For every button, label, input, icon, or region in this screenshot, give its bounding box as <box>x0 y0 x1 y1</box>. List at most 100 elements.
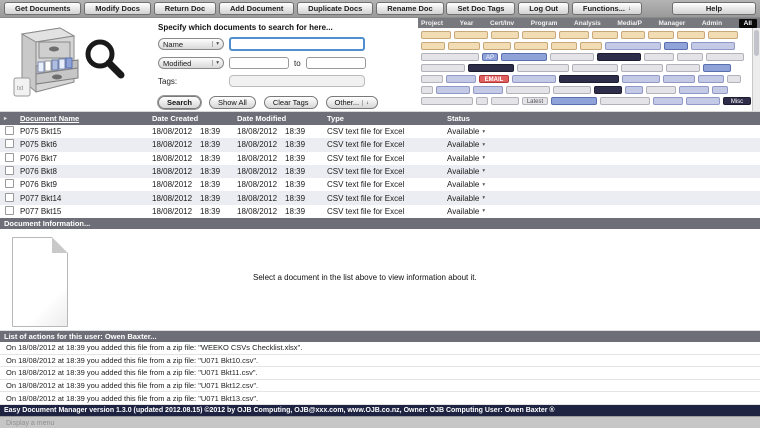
status-cell[interactable]: Available▾ <box>447 194 760 203</box>
tag-chip[interactable] <box>421 75 443 83</box>
column-header-document-name[interactable]: Document Name <box>20 114 152 123</box>
tag-category-cert-inv[interactable]: Cert/Inv <box>490 20 514 27</box>
toolbar-button-set-doc-tags[interactable]: Set Doc Tags <box>446 2 515 15</box>
tag-chip[interactable] <box>600 97 650 105</box>
tag-chip[interactable] <box>512 75 556 83</box>
tag-chip-misc[interactable]: Misc <box>723 97 751 105</box>
table-row[interactable]: P076 Bkt818/08/201218:3918/08/201218:39C… <box>0 165 760 178</box>
tag-category-manager[interactable]: Manager <box>659 20 686 27</box>
tag-chip[interactable] <box>592 31 618 39</box>
row-checkbox[interactable] <box>5 139 14 148</box>
tag-chip[interactable] <box>491 97 519 105</box>
other-button[interactable]: Other... ↓ <box>326 96 378 109</box>
tag-chip[interactable] <box>491 31 519 39</box>
toolbar-button-duplicate-docs[interactable]: Duplicate Docs <box>297 2 373 15</box>
tag-chip-latest[interactable]: Latest <box>522 97 548 105</box>
tag-chip[interactable] <box>712 86 728 94</box>
status-cell[interactable]: Available▾ <box>447 167 760 176</box>
table-row[interactable]: P077 Bkt1518/08/201218:3918/08/201218:39… <box>0 205 760 218</box>
tag-chip[interactable] <box>605 42 661 50</box>
tag-chip[interactable] <box>621 64 663 72</box>
tag-chip[interactable] <box>446 75 476 83</box>
modified-criteria-popup[interactable]: Modified ▾ <box>158 57 224 69</box>
toolbar-button-functions[interactable]: Functions...↓ <box>572 2 642 15</box>
status-cell[interactable]: Available▾ <box>447 127 760 136</box>
tag-chip[interactable] <box>454 31 488 39</box>
tag-chip[interactable] <box>698 75 724 83</box>
toolbar-button-return-doc[interactable]: Return Doc <box>154 2 216 15</box>
tag-chip[interactable] <box>622 75 660 83</box>
tag-chip[interactable] <box>572 64 618 72</box>
toolbar-button-rename-doc[interactable]: Rename Doc <box>376 2 443 15</box>
date-to-input[interactable] <box>306 57 366 69</box>
tag-chip[interactable] <box>436 86 470 94</box>
tag-category-project[interactable]: Project <box>421 20 443 27</box>
tags-input[interactable] <box>229 75 365 87</box>
row-checkbox[interactable] <box>5 193 14 202</box>
status-cell[interactable]: Available▾ <box>447 154 760 163</box>
tag-category-all[interactable]: All <box>739 19 757 28</box>
tag-chip[interactable] <box>517 64 569 72</box>
tag-chip[interactable] <box>648 31 674 39</box>
row-checkbox[interactable] <box>5 166 14 175</box>
toolbar-button-log-out[interactable]: Log Out <box>518 2 569 15</box>
tag-panel-scrollbar[interactable] <box>752 28 760 111</box>
date-from-input[interactable] <box>229 57 289 69</box>
table-row[interactable]: P077 Bkt1418/08/201218:3918/08/201218:39… <box>0 191 760 204</box>
row-checkbox[interactable] <box>5 206 14 215</box>
tag-category-analysis[interactable]: Analysis <box>574 20 601 27</box>
tag-chip[interactable] <box>708 31 738 39</box>
tag-chip[interactable] <box>703 64 731 72</box>
tag-chip-ap[interactable]: AP <box>482 53 498 61</box>
tag-chip[interactable] <box>514 42 548 50</box>
tag-chip[interactable] <box>644 53 674 61</box>
table-row[interactable]: P075 Bkt618/08/201218:3918/08/201218:39C… <box>0 138 760 151</box>
tag-category-year[interactable]: Year <box>460 20 474 27</box>
tag-category-admin[interactable]: Admin <box>702 20 722 27</box>
search-name-input[interactable] <box>229 37 365 51</box>
column-header-date-created[interactable]: Date Created <box>152 114 237 123</box>
toolbar-button-modify-docs[interactable]: Modify Docs <box>84 2 151 15</box>
tag-chip[interactable] <box>553 86 591 94</box>
tag-chip[interactable] <box>550 53 594 61</box>
column-header-date-modified[interactable]: Date Modified <box>237 114 327 123</box>
toolbar-button-get-documents[interactable]: Get Documents <box>4 2 81 15</box>
tag-chip-email[interactable]: EMAIL <box>479 75 509 83</box>
clear-tags-button[interactable]: Clear Tags <box>264 96 318 109</box>
status-cell[interactable]: Available▾ <box>447 140 760 149</box>
row-checkbox[interactable] <box>5 153 14 162</box>
search-button[interactable]: Search <box>158 96 201 109</box>
tag-chip[interactable] <box>686 97 720 105</box>
tag-chip[interactable] <box>483 42 511 50</box>
tag-chip[interactable] <box>501 53 547 61</box>
tag-chip[interactable] <box>421 53 479 61</box>
tag-chip[interactable] <box>691 42 735 50</box>
tag-chip[interactable] <box>664 42 688 50</box>
status-cell[interactable]: Available▾ <box>447 180 760 189</box>
toolbar-button-add-document[interactable]: Add Document <box>219 2 294 15</box>
tag-chip[interactable] <box>551 97 597 105</box>
scrollbar-thumb[interactable] <box>754 30 759 56</box>
tag-chip[interactable] <box>421 31 451 39</box>
tag-chip[interactable] <box>506 86 550 94</box>
tag-chip[interactable] <box>653 97 683 105</box>
row-checkbox[interactable] <box>5 126 14 135</box>
column-header-status[interactable]: Status <box>447 114 760 123</box>
tag-chip[interactable] <box>666 64 700 72</box>
row-checkbox[interactable] <box>5 179 14 188</box>
help-button[interactable]: Help <box>672 2 756 15</box>
tag-chip[interactable] <box>448 42 480 50</box>
tag-chip[interactable] <box>551 42 577 50</box>
tag-chip[interactable] <box>625 86 643 94</box>
tag-chip[interactable] <box>421 86 433 94</box>
tag-chip[interactable] <box>646 86 676 94</box>
tag-chip[interactable] <box>421 64 465 72</box>
tag-chip[interactable] <box>421 42 445 50</box>
tag-chip[interactable] <box>580 42 602 50</box>
tag-chip[interactable] <box>679 86 709 94</box>
tag-chip[interactable] <box>421 97 473 105</box>
tag-category-program[interactable]: Program <box>531 20 558 27</box>
tag-chip[interactable] <box>468 64 514 72</box>
tag-chip[interactable] <box>473 86 503 94</box>
column-header-type[interactable]: Type <box>327 114 447 123</box>
